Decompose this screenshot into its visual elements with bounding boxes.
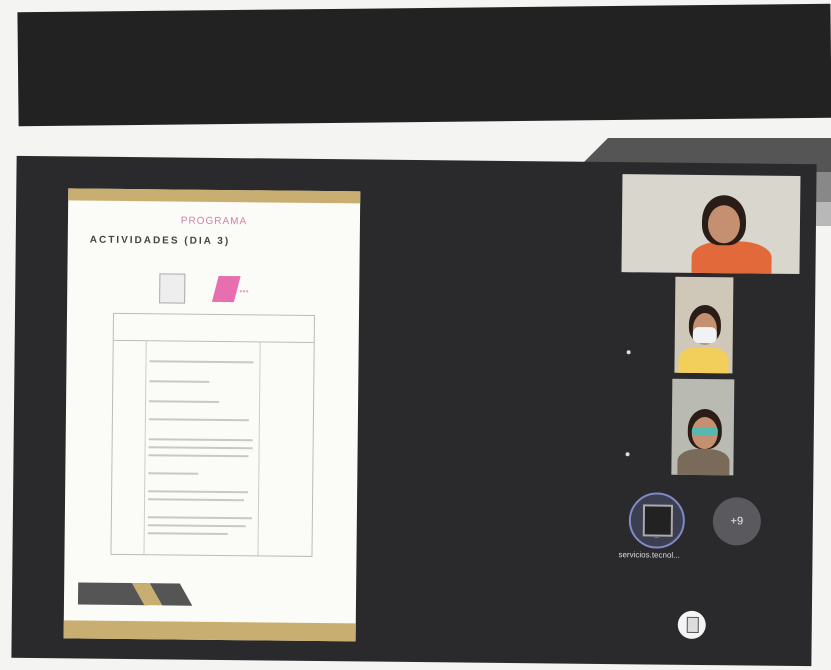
participant-video-tile[interactable] (621, 174, 801, 275)
institution-logo (159, 273, 186, 304)
logo-icon (642, 504, 674, 537)
document-title: ACTIVIDADES (DIA 3) (89, 234, 231, 248)
video-meeting-window: PROGRAMA ACTIVIDADES (DIA 3) ••• — servi… (11, 155, 817, 667)
participant-logo-icon[interactable] (677, 610, 706, 640)
top-dark-banner (17, 3, 831, 127)
table-column-divider (143, 340, 147, 555)
table-row (148, 418, 249, 422)
muted-icon (625, 452, 630, 457)
table-row (147, 532, 228, 536)
brand-logo (211, 275, 241, 303)
avatar-caption: — (654, 534, 659, 540)
participant-video-tile[interactable] (671, 378, 735, 476)
table-column-divider (257, 341, 261, 556)
table-row (148, 438, 253, 442)
table-row (149, 380, 210, 383)
brand-logo-mark: ••• (239, 286, 249, 297)
participant-avatar[interactable]: — (628, 492, 686, 549)
participant-name: servicios.tecnol... (618, 550, 680, 560)
table-row (148, 490, 249, 494)
schedule-table-header (113, 313, 314, 343)
table-row (147, 524, 246, 528)
table-row (149, 400, 220, 403)
document-footer-stripes (77, 582, 193, 606)
table-row (149, 360, 254, 364)
muted-icon (626, 350, 631, 355)
table-row (148, 472, 199, 475)
more-participants-button[interactable]: +9 (712, 497, 762, 546)
table-row (148, 454, 249, 458)
table-row (147, 516, 252, 520)
table-row (148, 446, 253, 450)
shared-screen-document: PROGRAMA ACTIVIDADES (DIA 3) ••• (63, 188, 361, 642)
schedule-table (110, 312, 316, 557)
document-subtitle: PROGRAMA (180, 215, 248, 228)
participant-video-tile[interactable] (674, 276, 734, 374)
table-row (148, 498, 245, 502)
